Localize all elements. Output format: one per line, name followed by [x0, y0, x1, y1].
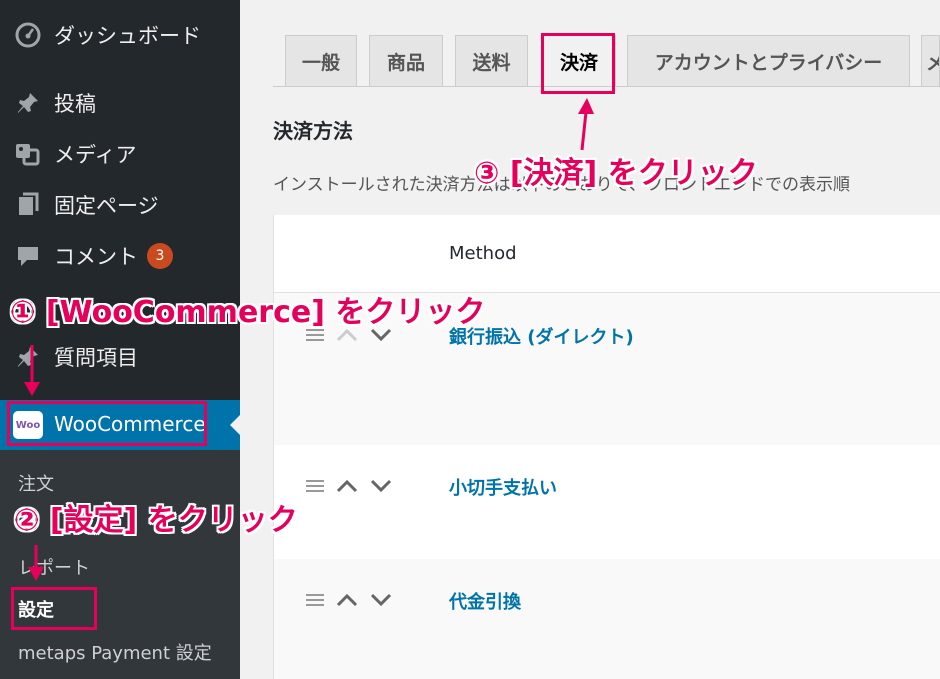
comment-count-badge: 3 — [147, 243, 173, 269]
highlight-settings — [11, 587, 97, 630]
admin-sidebar: ダッシュボード 投稿 メディア 固定ページ コメント 3 質問項目 Woo Wo… — [0, 0, 240, 679]
move-down-icon[interactable] — [370, 478, 392, 497]
highlight-payments-tab — [541, 33, 615, 94]
row-sort-controls — [306, 478, 392, 497]
table-header: Method — [274, 215, 940, 293]
sidebar-item-label: 質問項目 — [54, 346, 138, 370]
move-up-icon[interactable] — [336, 592, 358, 611]
move-down-icon[interactable] — [370, 592, 392, 611]
page-icon — [13, 190, 43, 220]
sidebar-item-label: 投稿 — [54, 92, 96, 116]
submenu-item-metaps-payment[interactable]: metaps Payment 設定 — [18, 639, 212, 665]
table-row: 代金引換 — [274, 559, 940, 679]
sidebar-item-comments[interactable]: コメント 3 — [0, 231, 240, 281]
main-content: 一般 商品 送料 決済 アカウントとプライバシー メ 決済方法 インストールされ… — [240, 0, 940, 679]
row-sort-controls — [306, 592, 392, 611]
comment-icon — [13, 241, 43, 271]
sidebar-item-posts[interactable]: 投稿 — [0, 78, 240, 128]
payment-method-link[interactable]: 代金引換 — [449, 588, 521, 614]
drag-handle-icon[interactable] — [306, 592, 324, 611]
tab-accounts-privacy[interactable]: アカウントとプライバシー — [627, 35, 910, 87]
submenu-item-orders[interactable]: 注文 — [18, 470, 54, 496]
sidebar-item-media[interactable]: メディア — [0, 129, 240, 179]
submenu-item-reports[interactable]: レポート — [18, 554, 90, 580]
dashboard-icon — [13, 20, 43, 50]
pushpin-icon — [13, 88, 43, 118]
payment-method-link[interactable]: 小切手支払い — [449, 474, 557, 500]
sidebar-item-questions[interactable]: 質問項目 — [0, 332, 240, 382]
media-icon — [13, 139, 43, 169]
highlight-woocommerce — [7, 401, 207, 446]
annotation-step2: ② [設定] をクリック — [14, 503, 298, 538]
annotation-step1: ① [WooCommerce] をクリック — [10, 295, 486, 330]
woocommerce-submenu: 注文 レポート 設定 metaps Payment 設定 — [0, 450, 240, 679]
sidebar-item-label: ダッシュボード — [54, 24, 201, 48]
tab-shipping[interactable]: 送料 — [455, 35, 528, 87]
page-title: 決済方法 — [273, 119, 353, 143]
move-up-icon[interactable] — [336, 478, 358, 497]
sidebar-item-label: 固定ページ — [54, 194, 159, 218]
tab-email[interactable]: メ — [921, 35, 940, 87]
annotation-step3: ③ [決済] をクリック — [474, 156, 758, 191]
tab-general[interactable]: 一般 — [285, 35, 357, 87]
sidebar-item-dashboard[interactable]: ダッシュボード — [0, 10, 240, 60]
sidebar-item-label: コメント — [54, 245, 138, 269]
column-header-method: Method — [449, 243, 517, 264]
current-menu-arrow — [230, 415, 240, 435]
sidebar-item-label: メディア — [54, 143, 137, 167]
table-row: 小切手支払い — [274, 445, 940, 559]
sidebar-item-pages[interactable]: 固定ページ — [0, 180, 240, 230]
pushpin-icon — [13, 342, 43, 372]
tab-products[interactable]: 商品 — [369, 35, 443, 87]
payment-methods-table: Method 銀行振込 (ダイレクト) 小切手支払い 代金引換 — [273, 215, 940, 679]
drag-handle-icon[interactable] — [306, 478, 324, 497]
